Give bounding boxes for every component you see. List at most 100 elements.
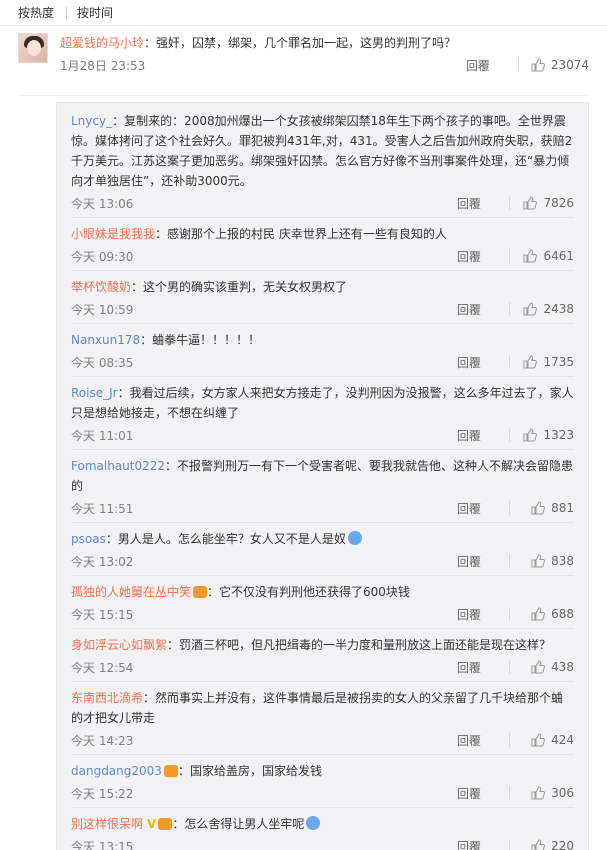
reply-time: 今天 11:01 (71, 428, 134, 443)
top-comment-body: 超爱钱的马小玲：强奸，囚禁，绑架，几个罪名加一起，这男的判刑了吗？ 1月28日 … (60, 33, 589, 95)
like-button[interactable]: 881 (522, 501, 574, 515)
member-badge-icon (158, 818, 173, 830)
reply-text: 我看过后续，女方家人来把女方接走了，没判刑因为没报警，这么多年过去了，家人只是想… (71, 386, 574, 420)
tab-time[interactable]: 按时间 (77, 4, 113, 21)
like-button[interactable]: 838 (522, 554, 574, 568)
reply-username[interactable]: 小眼妹是我我我 (71, 227, 155, 241)
reply-time: 今天 15:22 (71, 786, 134, 801)
avatar[interactable] (18, 33, 48, 63)
reply-meta: 今天 09:30 回覆 6461 (71, 246, 574, 266)
reply-button[interactable]: 回覆 (457, 606, 509, 623)
reply-text: 罚酒三杯吧，但凡把缉毒的一半力度和量刑放这上面还能是现在这样？ (179, 638, 552, 652)
top-comment-line: 超爱钱的马小玲：强奸，囚禁，绑架，几个罪名加一起，这男的判刑了吗？ (60, 33, 589, 53)
reply-item: 别这样很呆啊 V ：怎么舍得让男人坐牢呢 今天 13:15 回覆 220 (71, 814, 574, 850)
colon: ： (144, 36, 157, 50)
thumbs-up-icon (531, 607, 546, 621)
reply-username[interactable]: 别这样很呆啊 (71, 817, 143, 831)
like-button[interactable]: 1323 (522, 428, 574, 442)
reply-button[interactable]: 回覆 (466, 57, 518, 74)
reply-line: 小眼妹是我我我：感谢那个上报的村民 庆幸世界上还有一些有良知的人 (71, 224, 574, 244)
reply-line: psoas：男人是人。怎么能坐牢？女人又不是人是奴 (71, 529, 574, 549)
reply-text: 国家给盖房，国家给发钱 (189, 764, 322, 778)
reply-username[interactable]: 东南西北滴希 (71, 691, 143, 705)
like-button[interactable]: 23074 (531, 58, 589, 72)
reply-line: Roise_Jr：我看过后续，女方家人来把女方接走了，没判刑因为没报警，这么多年… (71, 383, 574, 423)
like-count: 438 (551, 660, 574, 674)
reply-meta: 今天 14:23 回覆 424 (71, 730, 574, 750)
reply-line: Nanxun178：蛐拳牛逼！！！！！ (71, 330, 574, 350)
reply-item: Roise_Jr：我看过后续，女方家人来把女方接走了，没判刑因为没报警，这么多年… (71, 383, 574, 450)
reply-line: Fomalhaut0222：不报警判刑万一有下一个受害者呢、要我我就告他、这种人… (71, 456, 574, 496)
reply-button[interactable]: 回覆 (457, 659, 509, 676)
divider (509, 607, 510, 621)
reply-line: 孤独的人她舅在丛中笑 ：它不仅没有判刑他还获得了600块钱 (71, 582, 574, 602)
like-button[interactable]: 1735 (522, 355, 574, 369)
reply-username[interactable]: Fomalhaut0222 (71, 459, 165, 473)
top-comment-time: 1月28日 23:53 (60, 58, 146, 73)
tab-hot[interactable]: 按热度 (18, 4, 54, 21)
reply-meta: 今天 08:35 回覆 1735 (71, 352, 574, 372)
divider (509, 249, 510, 263)
reply-meta: 今天 13:15 回覆 220 (71, 836, 574, 850)
like-button[interactable]: 438 (522, 660, 574, 674)
reply-text: 它不仅没有判刑他还获得了600块钱 (219, 585, 410, 599)
reply-line: 身如浮云心如飘絮：罚酒三杯吧，但凡把缉毒的一半力度和量刑放这上面还能是现在这样？ (71, 635, 574, 655)
thumbs-up-icon (523, 302, 538, 316)
reply-username[interactable]: psoas (71, 532, 106, 546)
reply-username[interactable]: Roise_Jr (71, 386, 118, 400)
v-badge: V (147, 817, 157, 831)
colon: ： (177, 764, 190, 778)
colon: ： (131, 280, 144, 294)
reply-button[interactable]: 回覆 (457, 195, 509, 212)
like-button[interactable]: 2438 (522, 302, 574, 316)
reply-button[interactable]: 回覆 (457, 500, 509, 517)
like-button[interactable]: 220 (522, 839, 574, 850)
reply-button[interactable]: 回覆 (457, 427, 509, 444)
reply-button[interactable]: 回覆 (457, 785, 509, 802)
divider (517, 58, 519, 72)
like-count: 838 (551, 554, 574, 568)
top-comment-username[interactable]: 超爱钱的马小玲 (60, 36, 144, 50)
reply-username[interactable]: Nanxun178 (71, 333, 140, 347)
like-count: 23074 (550, 58, 589, 72)
member-badge-icon (163, 765, 178, 777)
thumbs-up-icon (523, 355, 538, 369)
reply-text: 蛐拳牛逼！！！！！ (152, 333, 261, 347)
like-count: 220 (551, 839, 574, 850)
reply-line: 别这样很呆啊 V ：怎么舍得让男人坐牢呢 (71, 814, 574, 834)
reply-time: 今天 15:15 (71, 607, 134, 622)
reply-username[interactable]: dangdang2003 (71, 764, 162, 778)
reply-line: dangdang2003 ：国家给盖房，国家给发钱 (71, 761, 574, 781)
reply-item: 身如浮云心如飘絮：罚酒三杯吧，但凡把缉毒的一半力度和量刑放这上面还能是现在这样？… (71, 635, 574, 682)
reply-username[interactable]: 身如浮云心如飘絮 (71, 638, 167, 652)
like-button[interactable]: 306 (522, 786, 574, 800)
like-count: 306 (551, 786, 574, 800)
like-count: 7826 (543, 196, 574, 210)
colon: ： (167, 638, 180, 652)
reply-text: 复制来的：2008加州爆出一个女孩被绑架囚禁18年生下两个孩子的事吧。全世界震惊… (71, 114, 573, 188)
reply-time: 今天 14:23 (71, 733, 134, 748)
like-button[interactable]: 688 (522, 607, 574, 621)
emoji-icon (347, 531, 362, 545)
like-count: 688 (551, 607, 574, 621)
reply-username[interactable]: Lnycy_ (71, 114, 112, 128)
reply-line: Lnycy_：复制来的：2008加州爆出一个女孩被绑架囚禁18年生下两个孩子的事… (71, 111, 574, 191)
reply-button[interactable]: 回覆 (457, 732, 509, 749)
reply-item: 孤独的人她舅在丛中笑 ：它不仅没有判刑他还获得了600块钱今天 15:15 回覆 68… (71, 582, 574, 629)
reply-username[interactable]: 举杯饮酸奶 (71, 280, 131, 294)
thumbs-up-icon (531, 839, 546, 850)
reply-text: 怎么舍得让男人坐牢呢 (184, 817, 305, 831)
reply-button[interactable]: 回覆 (457, 838, 509, 850)
like-button[interactable]: 424 (522, 733, 574, 747)
reply-button[interactable]: 回覆 (457, 248, 509, 265)
reply-time: 今天 12:54 (71, 660, 134, 675)
like-button[interactable]: 7826 (522, 196, 574, 210)
reply-time: 今天 09:30 (71, 249, 134, 264)
like-button[interactable]: 6461 (522, 249, 574, 263)
reply-button[interactable]: 回覆 (457, 553, 509, 570)
reply-time: 今天 11:51 (71, 501, 134, 516)
reply-button[interactable]: 回覆 (457, 354, 509, 371)
divider (509, 660, 510, 674)
reply-button[interactable]: 回覆 (457, 301, 509, 318)
reply-username[interactable]: 孤独的人她舅在丛中笑 (71, 585, 191, 599)
